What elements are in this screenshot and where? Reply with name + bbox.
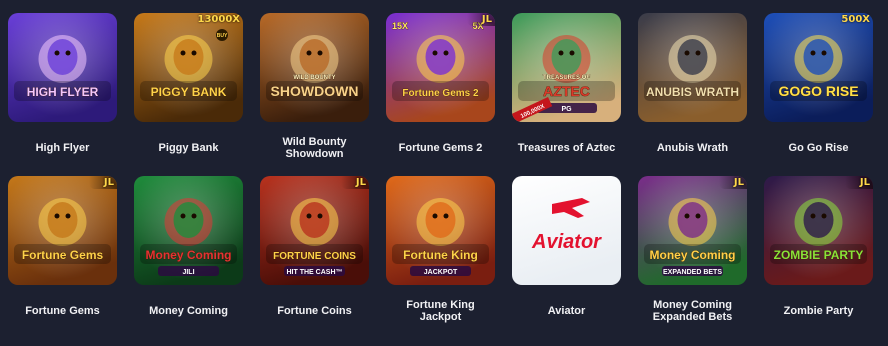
svg-text:Money Coming: Money Coming [146, 248, 232, 262]
game-badge: JL [859, 177, 870, 188]
svg-text:JACKPOT: JACKPOT [424, 269, 458, 276]
game-card-anubis-wrath[interactable]: ANUBIS WRATH Anubis Wrath [638, 13, 747, 176]
svg-text:Fortune King: Fortune King [403, 248, 478, 262]
game-card-money-coming[interactable]: Money Coming JILI Money Coming [134, 176, 243, 339]
game-thumbnail[interactable]: Fortune Gems 2 15X 5X JL [386, 13, 495, 122]
game-card-zombie-party[interactable]: ZOMBIE PARTY JL Zombie Party [764, 176, 873, 339]
svg-text:Fortune Gems 2: Fortune Gems 2 [402, 88, 479, 99]
svg-text:Fortune Gems: Fortune Gems [22, 248, 104, 262]
game-title[interactable]: Fortune Gems [7, 305, 119, 331]
game-card-go-go-rise[interactable]: GOGO RISE 500X Go Go Rise [764, 13, 873, 176]
svg-text:HIGH FLYER: HIGH FLYER [27, 85, 99, 99]
game-title[interactable]: Treasures of Aztec [511, 142, 623, 168]
game-thumbnail[interactable]: WILD BOUNTY SHOWDOWN [260, 13, 369, 122]
game-title[interactable]: Wild Bounty Showdown [259, 136, 371, 162]
svg-text:HIT THE CASH™: HIT THE CASH™ [287, 269, 343, 276]
svg-text:PG: PG [561, 106, 572, 113]
game-thumbnail[interactable]: TREASURES OF AZTEC PG 100,000X [512, 13, 621, 122]
game-thumbnail[interactable]: Aviator [512, 176, 621, 285]
game-title[interactable]: Anubis Wrath [637, 142, 749, 168]
game-badge: JL [103, 177, 114, 188]
svg-text:15X: 15X [392, 21, 408, 31]
svg-text:WILD BOUNTY: WILD BOUNTY [293, 75, 335, 81]
game-thumbnail[interactable]: HIGH FLYER [8, 13, 117, 122]
game-thumbnail[interactable]: Money Coming JILI [134, 176, 243, 285]
game-title[interactable]: Piggy Bank [133, 142, 245, 168]
game-card-high-flyer[interactable]: HIGH FLYER High Flyer [8, 13, 117, 176]
game-badge: JL [481, 14, 492, 25]
game-card-treasures-of-aztec[interactable]: TREASURES OF AZTEC PG 100,000X Treasures of … [512, 13, 621, 176]
svg-text:GOGO RISE: GOGO RISE [778, 83, 858, 99]
game-thumbnail[interactable]: Fortune Gems JL [8, 176, 117, 285]
game-thumbnail[interactable]: Money Coming EXPANDED BETS JL [638, 176, 747, 285]
svg-text:Money Coming: Money Coming [650, 248, 736, 262]
game-title[interactable]: Fortune Coins [259, 305, 371, 331]
game-thumbnail[interactable]: Fortune King JACKPOT [386, 176, 495, 285]
svg-text:BUY: BUY [217, 33, 228, 39]
game-title[interactable]: Money Coming [133, 305, 245, 331]
game-thumbnail[interactable]: FORTUNE COINS HIT THE CASH™ JL [260, 176, 369, 285]
game-thumbnail[interactable]: PIGGY BANK BUY 13000X [134, 13, 243, 122]
game-title[interactable]: Fortune King Jackpot [385, 299, 497, 325]
game-card-piggy-bank[interactable]: PIGGY BANK BUY 13000X Piggy Bank [134, 13, 243, 176]
game-card-fortune-king-jackpot[interactable]: Fortune King JACKPOT Fortune King Jackpot [386, 176, 495, 339]
game-card-money-coming-expanded-bets[interactable]: Money Coming EXPANDED BETS JL Money Coming … [638, 176, 747, 339]
game-thumbnail[interactable]: ZOMBIE PARTY JL [764, 176, 873, 285]
game-title[interactable]: Aviator [511, 305, 623, 331]
game-badge: JL [733, 177, 744, 188]
game-thumbnail[interactable]: GOGO RISE 500X [764, 13, 873, 122]
svg-text:SHOWDOWN: SHOWDOWN [271, 83, 359, 99]
game-thumbnail[interactable]: ANUBIS WRATH [638, 13, 747, 122]
svg-text:JILI: JILI [182, 269, 194, 276]
game-badge: JL [355, 177, 366, 188]
svg-text:FORTUNE COINS: FORTUNE COINS [273, 251, 356, 262]
svg-text:ANUBIS WRATH: ANUBIS WRATH [646, 85, 739, 99]
svg-text:Aviator: Aviator [531, 231, 602, 253]
svg-text:AZTEC: AZTEC [543, 83, 590, 99]
game-card-aviator[interactable]: Aviator Aviator [512, 176, 621, 339]
game-title[interactable]: Go Go Rise [763, 142, 875, 168]
game-card-fortune-gems-2[interactable]: Fortune Gems 2 15X 5X JL Fortune Gems 2 [386, 13, 495, 176]
game-title[interactable]: Zombie Party [763, 305, 875, 331]
game-badge: 500X [841, 14, 870, 25]
game-title[interactable]: Money Coming Expanded Bets [637, 299, 749, 325]
game-card-fortune-coins[interactable]: FORTUNE COINS HIT THE CASH™ JL Fortune Coin… [260, 176, 369, 339]
svg-text:ZOMBIE PARTY: ZOMBIE PARTY [774, 248, 864, 262]
svg-text:EXPANDED BETS: EXPANDED BETS [663, 269, 722, 276]
game-card-fortune-gems[interactable]: Fortune Gems JL Fortune Gems [8, 176, 117, 339]
game-grid: HIGH FLYER High Flyer PIGGY BANK BUY 13000X P… [8, 13, 873, 339]
svg-text:TREASURES OF: TREASURES OF [543, 75, 590, 81]
game-card-wild-bounty-showdown[interactable]: WILD BOUNTY SHOWDOWN Wild Bounty Showdown [260, 13, 369, 176]
svg-text:PIGGY BANK: PIGGY BANK [151, 85, 227, 99]
game-title[interactable]: High Flyer [7, 142, 119, 168]
game-title[interactable]: Fortune Gems 2 [385, 142, 497, 168]
game-badge: 13000X [197, 14, 241, 25]
